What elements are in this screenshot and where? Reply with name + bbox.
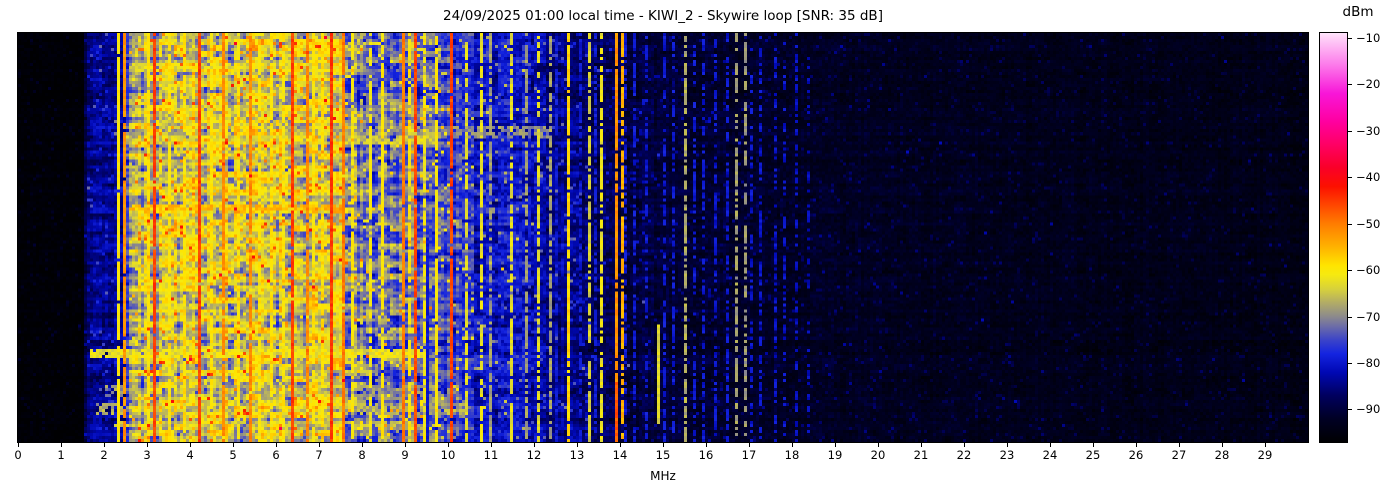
x-tick-mark: [878, 443, 879, 447]
x-tick-mark: [749, 443, 750, 447]
colorbar-tick-label: −30: [1356, 123, 1381, 138]
x-tick-label: 17: [741, 448, 757, 462]
colorbar-tick-label: −90: [1356, 402, 1381, 417]
x-tick-label: 12: [526, 448, 542, 462]
colorbar-tick-label: −20: [1356, 77, 1381, 92]
x-tick-label: 16: [698, 448, 714, 462]
x-tick-label: 10: [440, 448, 456, 462]
plot-frame: [17, 32, 1309, 443]
x-tick-mark: [18, 443, 19, 447]
x-tick-mark: [1136, 443, 1137, 447]
colorbar-tick-mark: [1348, 316, 1352, 318]
x-tick-mark: [1050, 443, 1051, 447]
x-tick-mark: [319, 443, 320, 447]
x-tick-mark: [620, 443, 621, 447]
colorbar-tick-mark: [1348, 409, 1352, 411]
x-tick-mark: [792, 443, 793, 447]
x-tick-label: 6: [272, 448, 280, 462]
x-tick-label: 14: [612, 448, 628, 462]
colorbar-gradient: [1320, 33, 1347, 442]
colorbar-tick-mark: [1348, 37, 1352, 39]
colorbar-tick-mark: [1348, 84, 1352, 86]
x-tick-label: 13: [569, 448, 585, 462]
x-tick-label: 8: [358, 448, 366, 462]
x-tick-label: 18: [784, 448, 800, 462]
plot-title: 24/09/2025 01:00 local time - KIWI_2 - S…: [443, 8, 883, 24]
x-tick-mark: [964, 443, 965, 447]
x-tick-label: 28: [1214, 448, 1230, 462]
x-tick-mark: [190, 443, 191, 447]
waterfall-canvas: [18, 33, 1308, 442]
x-tick-label: 27: [1171, 448, 1187, 462]
x-tick-label: 25: [1085, 448, 1101, 462]
colorbar-tick-label: −40: [1356, 170, 1381, 185]
x-tick-label: 3: [143, 448, 151, 462]
x-tick-label: 0: [14, 448, 22, 462]
x-tick-label: 1: [57, 448, 65, 462]
x-tick-mark: [706, 443, 707, 447]
x-tick-label: 22: [956, 448, 972, 462]
x-tick-label: 29: [1257, 448, 1273, 462]
colorbar: [1319, 32, 1348, 443]
x-tick-mark: [1007, 443, 1008, 447]
x-tick-label: 4: [186, 448, 194, 462]
x-tick-mark: [1093, 443, 1094, 447]
x-tick-mark: [577, 443, 578, 447]
colorbar-tick-mark: [1348, 270, 1352, 272]
colorbar-tick-label: −60: [1356, 263, 1381, 278]
colorbar-tick-label: −10: [1356, 30, 1381, 45]
x-tick-label: 15: [655, 448, 671, 462]
colorbar-unit-label: dBm: [1342, 4, 1374, 20]
x-tick-mark: [61, 443, 62, 447]
x-tick-label: 7: [315, 448, 323, 462]
colorbar-tick-label: −50: [1356, 216, 1381, 231]
x-axis-label: MHz: [650, 469, 676, 483]
x-tick-mark: [1222, 443, 1223, 447]
x-tick-label: 11: [483, 448, 499, 462]
x-tick-label: 23: [999, 448, 1015, 462]
x-tick-mark: [448, 443, 449, 447]
colorbar-tick-label: −80: [1356, 355, 1381, 370]
x-tick-label: 20: [870, 448, 886, 462]
x-tick-mark: [362, 443, 363, 447]
x-tick-mark: [663, 443, 664, 447]
x-tick-mark: [104, 443, 105, 447]
colorbar-tick-mark: [1348, 362, 1352, 364]
x-tick-mark: [147, 443, 148, 447]
spectrogram-figure: 24/09/2025 01:00 local time - KIWI_2 - S…: [0, 0, 1400, 500]
x-tick-mark: [1179, 443, 1180, 447]
colorbar-tick-mark: [1348, 130, 1352, 132]
x-tick-label: 26: [1128, 448, 1144, 462]
x-tick-mark: [276, 443, 277, 447]
colorbar-tick-mark: [1348, 177, 1352, 179]
x-tick-mark: [921, 443, 922, 447]
x-tick-label: 2: [100, 448, 108, 462]
x-tick-label: 24: [1042, 448, 1058, 462]
x-tick-mark: [405, 443, 406, 447]
colorbar-tick-mark: [1348, 223, 1352, 225]
x-tick-mark: [835, 443, 836, 447]
x-tick-label: 21: [913, 448, 929, 462]
x-tick-label: 9: [401, 448, 409, 462]
x-tick-mark: [534, 443, 535, 447]
x-tick-label: 5: [229, 448, 237, 462]
x-tick-label: 19: [827, 448, 843, 462]
x-tick-mark: [491, 443, 492, 447]
x-tick-mark: [1265, 443, 1266, 447]
x-tick-mark: [233, 443, 234, 447]
colorbar-tick-label: −70: [1356, 309, 1381, 324]
